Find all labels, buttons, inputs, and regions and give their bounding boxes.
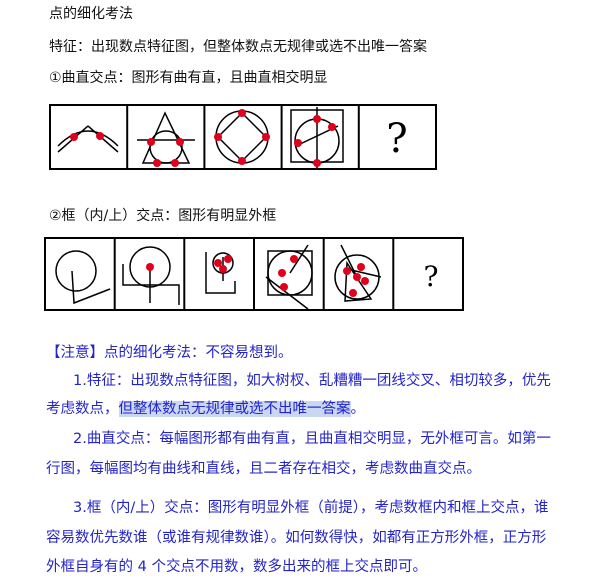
note-p3-line2: 容易数优先数谁（或谁有规律数谁）。如何数得快，如都有正方形外框，正方形: [46, 530, 547, 546]
question-mark-2: ?: [423, 260, 438, 293]
feature-line: 特征：出现数点特征图，但整体数点无规律或选不出唯一答案: [49, 39, 427, 55]
note-p1-plain: 考虑数点，: [46, 401, 119, 417]
note-p1-end: 。: [350, 401, 366, 417]
note-p2-line1: 2.曲直交点：每幅图形都有曲有直，且曲直相交明显，无外框可言。如第一: [73, 431, 551, 447]
note-p1-line2: 考虑数点，但整体数点无规律或选不出唯一答案。: [46, 397, 365, 418]
case1-heading: ①曲直交点：图形有曲有直，且曲直相交明显: [49, 70, 328, 86]
panel-1-3: [215, 110, 269, 164]
section-title: 点的细化考法: [49, 6, 133, 22]
note-p3-line1: 3.框（内/上）交点：图形有明显外框（前提），考虑数框内和框上交点，谁: [73, 500, 549, 516]
note-p2-line2: 行图，每幅图均有曲线和直线，且二者存在相交，考虑数曲直交点。: [46, 461, 481, 477]
panel-1-2: [137, 111, 195, 164]
intersection-dots-1: [70, 109, 336, 167]
panel-2-5: [334, 244, 382, 302]
note-p3-line3: 外框自身有的 4 个交点不用数，数多出来的框上交点即可。: [46, 559, 427, 575]
panel-2-4: [265, 244, 313, 310]
note-p1-highlight: 但整体数点无规律或选不出唯一答案: [118, 401, 351, 417]
question-mark-1: ?: [386, 116, 407, 162]
panel-2-1: [55, 250, 111, 305]
figure-row-1: ?: [49, 104, 437, 170]
panel-1-1: [57, 125, 119, 153]
note-p1-line1: 1.特征：出现数点特征图，如大树杈、乱糟糟一团线交叉、相切较多，优先: [73, 373, 551, 389]
note-heading: 【注意】点的细化考法：不容易想到。: [46, 345, 293, 361]
case2-heading: ②框（内/上）交点：图形有明显外框: [49, 208, 277, 224]
figure-row-2: ?: [44, 237, 464, 311]
panel-2-2: [122, 246, 180, 305]
